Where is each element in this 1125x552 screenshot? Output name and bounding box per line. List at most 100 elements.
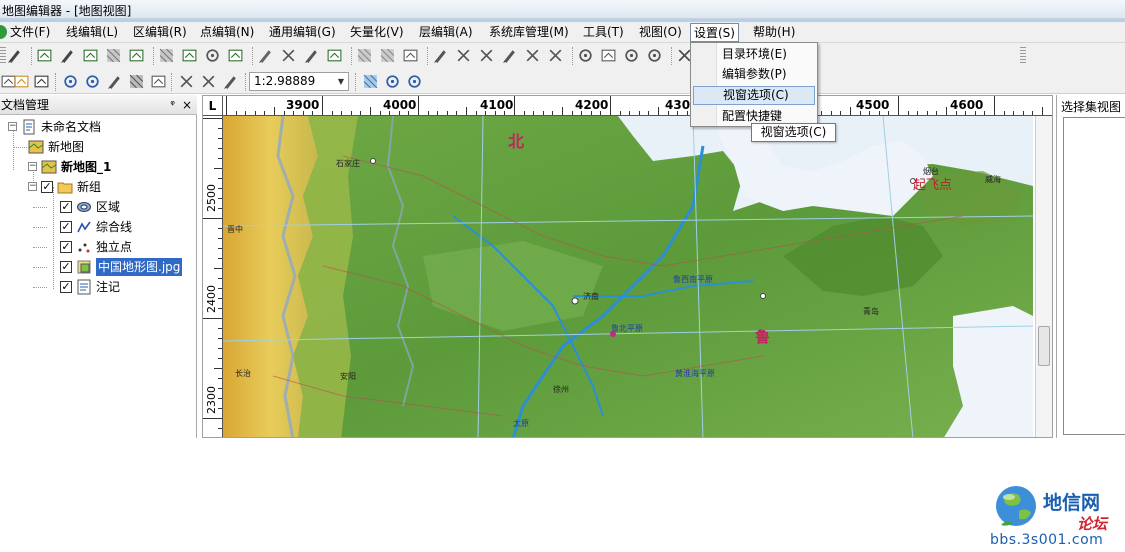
previous-view-icon[interactable] [150, 73, 167, 90]
ruler-tick [203, 318, 222, 319]
zoom-out-icon[interactable] [84, 73, 101, 90]
trim-icon[interactable] [547, 47, 564, 64]
vector-icon[interactable] [303, 47, 320, 64]
point-style-icon[interactable] [227, 47, 244, 64]
menu-settings[interactable]: 设置(S) [690, 23, 739, 42]
pan-hand-icon[interactable] [106, 73, 123, 90]
help-icon[interactable] [406, 73, 423, 90]
menu-vectorize[interactable]: 矢量化(V) [347, 23, 407, 42]
toolbar-separator [171, 73, 173, 91]
menu-item-edit-params[interactable]: 编辑参数(P) [693, 65, 815, 84]
save-icon[interactable] [33, 73, 50, 90]
fill-icon[interactable] [257, 47, 274, 64]
tree-connector [13, 147, 27, 148]
cut-point-icon[interactable] [478, 47, 495, 64]
magic-wand-icon[interactable] [222, 73, 239, 90]
cut-icon[interactable] [455, 47, 472, 64]
ruler-tick [218, 188, 222, 189]
tree-node[interactable]: ✓ 中国地形图.jpg [0, 258, 197, 276]
map-canvas[interactable]: 北 起飞点 石家庄 鲁 长治 安阳 济南 烟台 威海 青岛 徐州 鲁西南平原 鲁… [223, 116, 1033, 437]
full-extent-icon[interactable] [128, 73, 145, 90]
vertical-scrollbar[interactable] [1035, 116, 1052, 437]
scale-combobox[interactable]: 1:2.98889 ▼ [249, 72, 349, 91]
pointer-tool-icon[interactable] [6, 47, 23, 64]
filter-icon[interactable] [280, 47, 297, 64]
layer-visibility-checkbox[interactable]: ✓ [60, 261, 72, 273]
close-icon[interactable]: × [182, 95, 192, 115]
undo-icon[interactable] [178, 73, 195, 90]
tree-node[interactable]: − 新地图_1 [0, 158, 197, 176]
layer-visibility-checkbox[interactable]: ✓ [60, 241, 72, 253]
menu-help[interactable]: 帮助(H) [750, 23, 798, 42]
collapse-icon[interactable]: − [28, 182, 37, 191]
ruler-tick [218, 388, 222, 389]
tree-node[interactable]: ✓ 注记 [0, 278, 197, 296]
tree-node[interactable]: ✓ 区域 [0, 198, 197, 216]
map-label-changzhi: 长治 [235, 369, 251, 378]
layer-icon[interactable] [402, 47, 419, 64]
layer-visibility-checkbox[interactable]: ✓ [60, 281, 72, 293]
ruler-tick [850, 107, 851, 115]
open-folder-icon[interactable] [13, 73, 30, 90]
ruler-corner[interactable]: L [203, 96, 223, 116]
pin-icon[interactable]: ᵠ [170, 95, 175, 115]
menu-view[interactable]: 视图(O) [636, 23, 685, 42]
tree-node[interactable]: − ✓ 新组 [0, 178, 197, 196]
ruler-tick [418, 96, 419, 115]
layer-visibility-checkbox[interactable]: ✓ [41, 181, 53, 193]
connect-icon[interactable] [501, 47, 518, 64]
grid-icon[interactable] [356, 47, 373, 64]
point-edit-icon[interactable] [204, 47, 221, 64]
menu-line-edit[interactable]: 线编辑(L) [63, 23, 121, 42]
app-menu-icon[interactable] [0, 25, 7, 39]
toolbar-gripper[interactable] [1020, 47, 1026, 65]
menu-tools[interactable]: 工具(T) [580, 23, 627, 42]
find-icon[interactable] [384, 73, 401, 90]
collapse-icon[interactable]: − [8, 122, 17, 131]
tree-node[interactable]: − 未命名文档 [0, 118, 197, 136]
tree-node[interactable]: ✓ 独立点 [0, 238, 197, 256]
redo-icon[interactable] [200, 73, 217, 90]
tree-connector [33, 267, 47, 268]
menu-general-edit[interactable]: 通用编辑(G) [266, 23, 339, 42]
split-icon[interactable] [524, 47, 541, 64]
line-style-icon[interactable] [82, 47, 99, 64]
zoom-in-icon[interactable] [62, 73, 79, 90]
ruler-tick [218, 358, 222, 359]
line-attribute-icon[interactable] [128, 47, 145, 64]
ruler-tick [218, 158, 222, 159]
layer-visibility-checkbox[interactable]: ✓ [60, 201, 72, 213]
layer-manager-icon[interactable] [362, 73, 379, 90]
line-edit-icon[interactable] [59, 47, 76, 64]
menu-point-edit[interactable]: 点编辑(N) [197, 23, 257, 42]
ruler-tick [226, 96, 227, 115]
scrollbar-thumb[interactable] [1038, 326, 1050, 366]
tree-node[interactable]: 新地图 [0, 138, 197, 156]
tree-connector [33, 207, 47, 208]
menu-system-library[interactable]: 系统库管理(M) [486, 23, 572, 42]
query-icon[interactable] [623, 47, 640, 64]
collapse-icon[interactable]: − [28, 162, 37, 171]
vector-batch-icon[interactable] [326, 47, 343, 64]
tree-node-label: 新地图_1 [61, 160, 112, 174]
menu-item-directory-env[interactable]: 目录环境(E) [693, 45, 815, 64]
ruler-tick [218, 228, 222, 229]
check-icon[interactable] [646, 47, 663, 64]
line-parameter-icon[interactable] [105, 47, 122, 64]
layer-visibility-checkbox[interactable]: ✓ [60, 221, 72, 233]
grid-edit-icon[interactable] [379, 47, 396, 64]
toolbar-separator [55, 73, 57, 91]
menu-file[interactable]: 文件(F) [7, 23, 53, 42]
attribute-icon[interactable] [600, 47, 617, 64]
tree-node[interactable]: ✓ 综合线 [0, 218, 197, 236]
menu-item-window-options[interactable]: 视窗选项(C) [693, 86, 815, 105]
circle-icon[interactable] [577, 47, 594, 64]
region-edit-icon[interactable] [158, 47, 175, 64]
region-style-icon[interactable] [181, 47, 198, 64]
pen-icon[interactable] [432, 47, 449, 64]
chevron-down-icon[interactable]: ▼ [334, 73, 348, 90]
selection-list[interactable] [1063, 117, 1125, 435]
node-edit-icon[interactable] [36, 47, 53, 64]
menu-layer-edit[interactable]: 层编辑(A) [416, 23, 476, 42]
menu-region-edit[interactable]: 区编辑(R) [130, 23, 190, 42]
